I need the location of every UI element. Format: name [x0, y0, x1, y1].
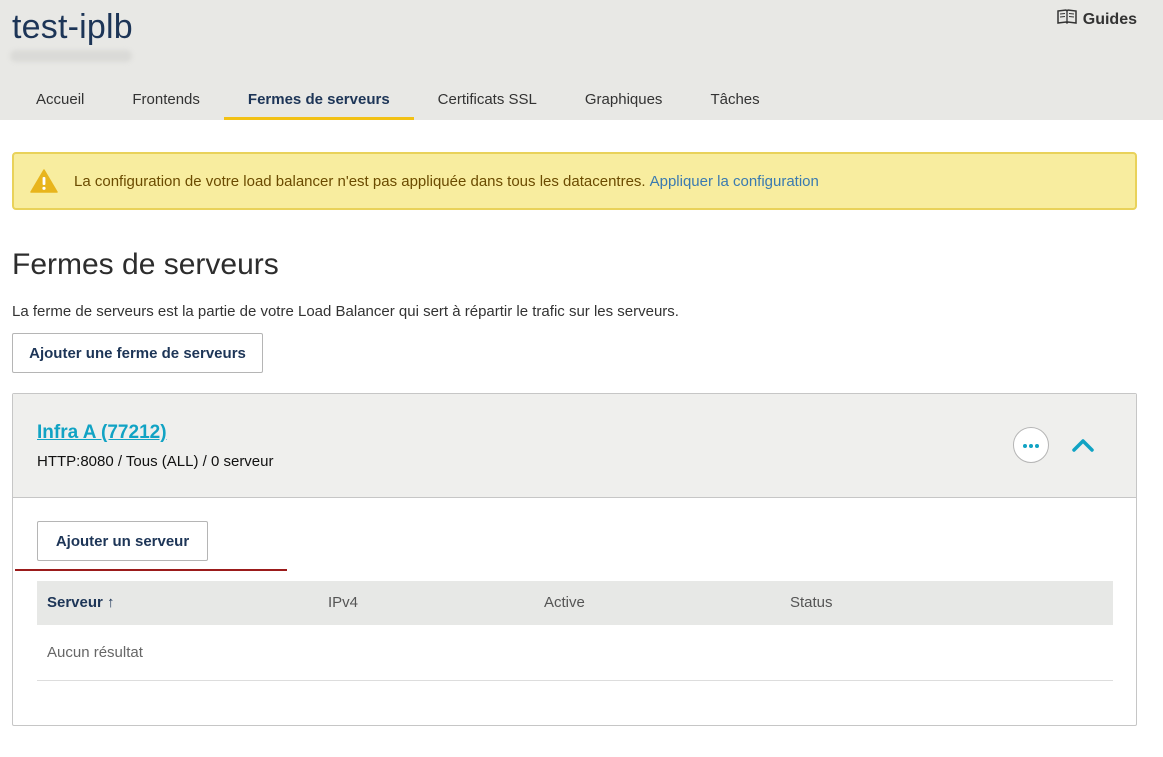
column-ipv4[interactable]: IPv4 — [328, 581, 358, 625]
add-farm-button[interactable]: Ajouter une ferme de serveurs — [12, 333, 263, 373]
column-status[interactable]: Status — [790, 581, 833, 625]
tab-fermes-de-serveurs[interactable]: Fermes de serveurs — [223, 80, 414, 120]
tab-accueil[interactable]: Accueil — [12, 80, 108, 120]
chevron-up-icon — [1071, 437, 1095, 458]
farm-header: Infra A (77212) HTTP:8080 / Tous (ALL) /… — [13, 394, 1136, 498]
tab-certificats-ssl[interactable]: Certificats SSL — [414, 80, 561, 120]
apply-configuration-link[interactable]: Appliquer la configuration — [650, 173, 819, 190]
warning-alert: La configuration de votre load balancer … — [12, 152, 1137, 210]
page-title: Fermes de serveurs — [12, 248, 279, 281]
tab-bar: Accueil Frontends Fermes de serveurs Cer… — [12, 80, 784, 120]
table-row: Aucun résultat — [37, 625, 1113, 681]
guides-link[interactable]: Guides — [1057, 9, 1137, 30]
farm-name-link[interactable]: Infra A (77212) — [37, 422, 167, 444]
farm-meta: HTTP:8080 / Tous (ALL) / 0 serveur — [37, 453, 274, 470]
empty-result-text: Aucun résultat — [47, 644, 143, 661]
subtitle-redacted — [10, 50, 132, 62]
server-table: Serveur ↑ IPv4 Active Status Aucun résul… — [37, 581, 1113, 681]
divider-line — [15, 569, 287, 571]
column-active[interactable]: Active — [544, 581, 585, 625]
add-server-button[interactable]: Ajouter un serveur — [37, 521, 208, 561]
tab-graphiques[interactable]: Graphiques — [561, 80, 687, 120]
alert-message: La configuration de votre load balancer … — [74, 172, 646, 190]
column-serveur[interactable]: Serveur ↑ — [47, 581, 115, 625]
farm-card: Infra A (77212) HTTP:8080 / Tous (ALL) /… — [12, 393, 1137, 726]
warning-icon — [30, 169, 58, 193]
collapse-button[interactable] — [1068, 432, 1098, 462]
page-description: La ferme de serveurs est la partie de vo… — [12, 303, 679, 320]
ellipsis-icon — [1022, 436, 1040, 454]
guides-label: Guides — [1082, 10, 1137, 28]
header: test-iplb Guides Accueil Frontends Ferme… — [0, 0, 1163, 120]
more-actions-button[interactable] — [1013, 427, 1049, 463]
table-header: Serveur ↑ IPv4 Active Status — [37, 581, 1113, 625]
tab-taches[interactable]: Tâches — [686, 80, 783, 120]
app-title: test-iplb — [12, 8, 133, 46]
book-icon — [1057, 9, 1077, 30]
tab-frontends[interactable]: Frontends — [108, 80, 224, 120]
